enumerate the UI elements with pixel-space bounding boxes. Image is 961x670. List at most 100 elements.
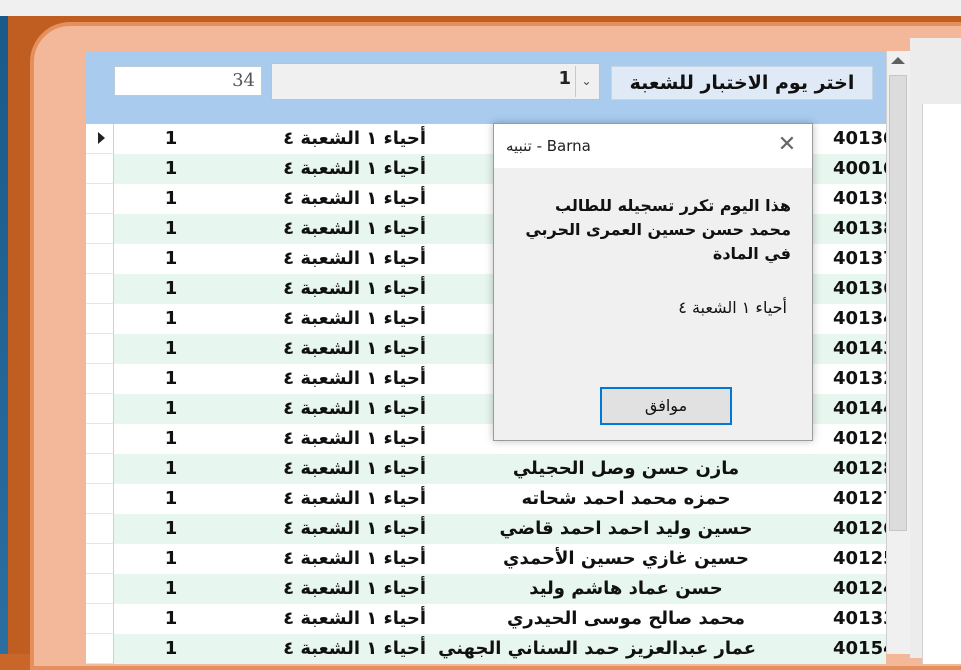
row-student-id: 40132 (833, 368, 893, 389)
row-selector[interactable] (86, 634, 114, 664)
row-student-id: 40126 (833, 518, 893, 539)
row-student-id: 40129 (833, 428, 893, 449)
row-number: 1 (164, 158, 178, 179)
dialog-subject: أحياء ١ الشعبة ٤ (678, 298, 787, 317)
row-selector[interactable] (86, 454, 114, 484)
row-student-name: حسين وليد احمد احمد قاضي (499, 518, 753, 539)
row-student-id: 40124 (833, 578, 893, 599)
row-number: 1 (164, 458, 178, 479)
row-student-id: 40136 (833, 278, 893, 299)
row-number: 1 (164, 248, 178, 269)
vertical-scrollbar[interactable] (886, 51, 910, 654)
row-student-id: 40127 (833, 488, 893, 509)
alert-dialog: تنبيه - Barna ✕ هذا اليوم تكرر تسجيله لل… (493, 123, 813, 441)
table-row[interactable]: 1 أحياء ١ الشعبة ٤ حسين غازي حسين الأحمدي 4… (86, 544, 893, 574)
row-student-id: 40154 (833, 638, 893, 659)
chevron-down-icon[interactable]: ⌄ (575, 66, 597, 97)
row-section: أحياء ١ الشعبة ٤ (283, 488, 426, 509)
row-selector[interactable] (86, 214, 114, 244)
row-student-id: 40137 (833, 248, 893, 269)
scrollbar-thumb[interactable] (889, 75, 907, 531)
right-side-panel (910, 38, 961, 664)
row-student-name: عمار عبدالعزيز حمد السناني الجهني (438, 638, 756, 659)
row-student-id: 40128 (833, 458, 893, 479)
close-icon[interactable]: ✕ (772, 132, 802, 158)
row-section: أحياء ١ الشعبة ٤ (283, 608, 426, 629)
row-student-id: 40139 (833, 188, 893, 209)
row-number: 1 (164, 488, 178, 509)
row-student-name: مازن حسن وصل الحجيلي (512, 458, 740, 479)
table-row[interactable]: 1 أحياء ١ الشعبة ٤ مازن حسن وصل الحجيلي 401… (86, 454, 893, 484)
row-student-id: 40138 (833, 218, 893, 239)
ok-button[interactable]: موافق (600, 387, 732, 425)
day-select-value: 1 (558, 68, 571, 89)
row-number: 1 (164, 368, 178, 389)
row-selector[interactable] (86, 544, 114, 574)
row-selector[interactable] (86, 574, 114, 604)
row-selector[interactable] (86, 244, 114, 274)
row-section: أحياء ١ الشعبة ٤ (283, 428, 426, 449)
row-section: أحياء ١ الشعبة ٤ (283, 638, 426, 659)
row-student-id: 40144 (833, 398, 893, 419)
window-top-bar (0, 0, 961, 17)
student-count-field[interactable]: 34 (114, 66, 262, 96)
row-section: أحياء ١ الشعبة ٤ (283, 128, 426, 149)
choose-day-label: اختر يوم الاختبار للشعبة (611, 66, 873, 100)
row-student-name: حسن عماد هاشم وليد (529, 578, 723, 599)
row-student-name: حسين غازي حسين الأحمدي (503, 548, 749, 569)
dialog-body: هذا اليوم تكرر تسجيله للطالب محمد حسن حس… (494, 168, 812, 372)
form-header: 34 1 ⌄ اختر يوم الاختبار للشعبة (86, 51, 886, 124)
row-selector[interactable] (86, 304, 114, 334)
row-student-id: 40130 (833, 128, 893, 149)
row-number: 1 (164, 308, 178, 329)
row-selector[interactable] (86, 274, 114, 304)
row-selector[interactable] (86, 514, 114, 544)
row-number: 1 (164, 398, 178, 419)
row-number: 1 (164, 638, 178, 659)
row-number: 1 (164, 188, 178, 209)
row-selector[interactable] (86, 484, 114, 514)
row-selector[interactable] (86, 154, 114, 184)
scroll-up-arrow-icon[interactable] (891, 57, 905, 64)
current-row-arrow-icon (98, 132, 105, 144)
row-selector[interactable] (86, 124, 114, 154)
row-number: 1 (164, 218, 178, 239)
dialog-footer: موافق (494, 372, 812, 440)
row-number: 1 (164, 128, 178, 149)
row-section: أحياء ١ الشعبة ٤ (283, 188, 426, 209)
row-student-id: 40125 (833, 548, 893, 569)
row-section: أحياء ١ الشعبة ٤ (283, 158, 426, 179)
row-section: أحياء ١ الشعبة ٤ (283, 548, 426, 569)
right-side-panel-content (922, 104, 961, 664)
row-selector[interactable] (86, 394, 114, 424)
table-row[interactable]: 1 أحياء ١ الشعبة ٤ حسين وليد احمد احمد قاض… (86, 514, 893, 544)
row-selector[interactable] (86, 364, 114, 394)
row-section: أحياء ١ الشعبة ٤ (283, 278, 426, 299)
row-section: أحياء ١ الشعبة ٤ (283, 338, 426, 359)
row-student-id: 40143 (833, 338, 893, 359)
table-row[interactable]: 1 أحياء ١ الشعبة ٤ حسن عماد هاشم وليد 40124 (86, 574, 893, 604)
table-row[interactable]: 1 أحياء ١ الشعبة ٤ عمار عبدالعزيز حمد السن… (86, 634, 893, 664)
row-section: أحياء ١ الشعبة ٤ (283, 398, 426, 419)
row-section: أحياء ١ الشعبة ٤ (283, 368, 426, 389)
row-number: 1 (164, 518, 178, 539)
desktop-left-edge (0, 16, 8, 654)
table-row[interactable]: 1 أحياء ١ الشعبة ٤ محمد صالح موسى الحيدري 4… (86, 604, 893, 634)
dialog-titlebar: تنبيه - Barna ✕ (494, 124, 812, 168)
row-student-id: 40134 (833, 308, 893, 329)
row-section: أحياء ١ الشعبة ٤ (283, 308, 426, 329)
row-student-id: 40133 (833, 608, 893, 629)
row-section: أحياء ١ الشعبة ٤ (283, 218, 426, 239)
row-selector[interactable] (86, 604, 114, 634)
table-row[interactable]: 1 أحياء ١ الشعبة ٤ حمزه محمد احمد شحاته 401… (86, 484, 893, 514)
day-select-dropdown[interactable]: 1 ⌄ (271, 63, 600, 100)
row-section: أحياء ١ الشعبة ٤ (283, 518, 426, 539)
row-selector[interactable] (86, 334, 114, 364)
row-student-name: محمد صالح موسى الحيدري (506, 608, 746, 629)
row-number: 1 (164, 278, 178, 299)
row-selector[interactable] (86, 184, 114, 214)
row-section: أحياء ١ الشعبة ٤ (283, 248, 426, 269)
row-number: 1 (164, 428, 178, 449)
row-number: 1 (164, 578, 178, 599)
row-selector[interactable] (86, 424, 114, 454)
